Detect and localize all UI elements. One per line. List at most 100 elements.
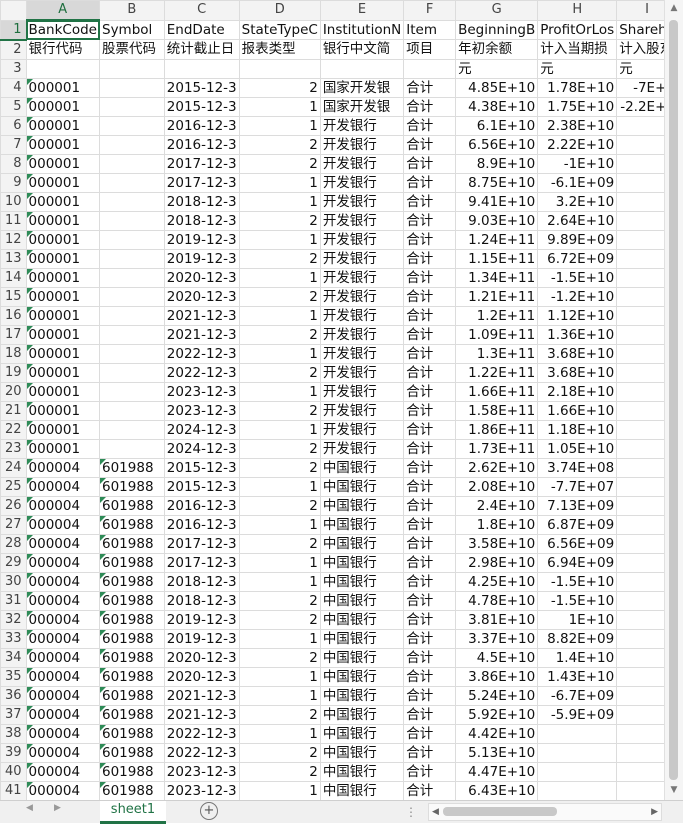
cell[interactable]: 2017-12-3: [163, 172, 240, 193]
cell[interactable]: 000004: [25, 590, 101, 611]
cell[interactable]: 中国银行: [319, 723, 405, 744]
cell[interactable]: 9.89E+09: [537, 229, 618, 250]
cell[interactable]: 4.5E+10: [455, 647, 539, 668]
horizontal-scrollbar[interactable]: ◀ ▶: [428, 803, 662, 821]
row-header[interactable]: 37: [0, 704, 27, 725]
cell[interactable]: 2022-12-3: [163, 723, 240, 744]
cell[interactable]: 开发银行: [319, 248, 405, 269]
cell[interactable]: 2: [238, 400, 321, 421]
column-header-a[interactable]: A: [25, 0, 101, 21]
cell[interactable]: 中国银行: [319, 533, 405, 554]
cell[interactable]: 000004: [25, 533, 101, 554]
cell[interactable]: 2.98E+10: [455, 552, 539, 573]
cell[interactable]: 000001: [25, 96, 101, 117]
row-header[interactable]: 38: [0, 723, 27, 744]
cell[interactable]: 3.68E+10: [537, 343, 618, 364]
cell[interactable]: 6.43E+10: [455, 780, 539, 800]
cell[interactable]: 2017-12-3: [163, 153, 240, 174]
cell[interactable]: 合计: [403, 476, 457, 497]
cell[interactable]: 1.78E+10: [537, 77, 618, 98]
cell[interactable]: 银行代码: [25, 39, 101, 60]
cell[interactable]: [403, 58, 457, 79]
cell[interactable]: 4.85E+10: [455, 77, 539, 98]
cell[interactable]: 2020-12-3: [163, 267, 240, 288]
cell[interactable]: 000001: [25, 248, 101, 269]
cell[interactable]: 中国银行: [319, 571, 405, 592]
cell[interactable]: 6.94E+09: [537, 552, 618, 573]
cell[interactable]: 合计: [403, 286, 457, 307]
cell[interactable]: 年初余额: [455, 39, 539, 60]
cell[interactable]: 1: [238, 419, 321, 440]
cell[interactable]: [99, 248, 165, 269]
cell[interactable]: 2.18E+10: [537, 381, 618, 402]
cell[interactable]: 601988: [99, 514, 165, 535]
cell[interactable]: 000001: [25, 172, 101, 193]
cell[interactable]: 000004: [25, 628, 101, 649]
cell[interactable]: 7.13E+09: [537, 495, 618, 516]
cell[interactable]: 2.4E+10: [455, 495, 539, 516]
cell[interactable]: 开发银行: [319, 134, 405, 155]
cell[interactable]: 1: [238, 96, 321, 117]
cell[interactable]: 2015-12-3: [163, 457, 240, 478]
row-header[interactable]: 2: [0, 39, 27, 60]
cell[interactable]: 2: [238, 761, 321, 782]
scroll-left-icon[interactable]: ◀: [432, 804, 439, 820]
cell[interactable]: [319, 58, 405, 79]
cell[interactable]: 2020-12-3: [163, 666, 240, 687]
cell[interactable]: 合计: [403, 666, 457, 687]
cell[interactable]: 8.75E+10: [455, 172, 539, 193]
cell[interactable]: [99, 362, 165, 383]
column-header-g[interactable]: G: [455, 0, 539, 21]
cell[interactable]: 4.78E+10: [455, 590, 539, 611]
cell[interactable]: 601988: [99, 780, 165, 800]
row-header[interactable]: 36: [0, 685, 27, 706]
row-header[interactable]: 24: [0, 457, 27, 478]
cell[interactable]: 2.08E+10: [455, 476, 539, 497]
cell[interactable]: 2023-12-3: [163, 761, 240, 782]
cell[interactable]: [99, 58, 165, 79]
cell[interactable]: 1.66E+10: [537, 400, 618, 421]
row-header[interactable]: 12: [0, 229, 27, 250]
cell[interactable]: 9.41E+10: [455, 191, 539, 212]
cell[interactable]: 合计: [403, 685, 457, 706]
cell[interactable]: 合计: [403, 723, 457, 744]
cell[interactable]: -1E+10: [537, 153, 618, 174]
cell[interactable]: 000001: [25, 419, 101, 440]
cell[interactable]: -6.7E+09: [537, 685, 618, 706]
cell[interactable]: 合计: [403, 267, 457, 288]
row-header[interactable]: 10: [0, 191, 27, 212]
vertical-scroll-thumb[interactable]: [669, 20, 678, 780]
row-header[interactable]: 28: [0, 533, 27, 554]
cell[interactable]: 合计: [403, 780, 457, 800]
cell[interactable]: 601988: [99, 533, 165, 554]
cell[interactable]: 2: [238, 495, 321, 516]
cell[interactable]: 2015-12-3: [163, 96, 240, 117]
cell[interactable]: [99, 419, 165, 440]
cell[interactable]: 合计: [403, 115, 457, 136]
cell[interactable]: 2019-12-3: [163, 628, 240, 649]
cell[interactable]: 000004: [25, 723, 101, 744]
cell[interactable]: 601988: [99, 666, 165, 687]
cell[interactable]: 合计: [403, 761, 457, 782]
cell[interactable]: 2016-12-3: [163, 134, 240, 155]
column-header-e[interactable]: E: [319, 0, 405, 21]
cell[interactable]: 1: [238, 666, 321, 687]
cell[interactable]: 2: [238, 609, 321, 630]
cell[interactable]: 1: [238, 476, 321, 497]
cell[interactable]: 1.12E+10: [537, 305, 618, 326]
cell[interactable]: Item: [403, 19, 457, 40]
cell[interactable]: 合计: [403, 571, 457, 592]
cell[interactable]: 1.3E+11: [455, 343, 539, 364]
cell[interactable]: 2: [238, 77, 321, 98]
cell[interactable]: 合计: [403, 96, 457, 117]
cell[interactable]: StateTypeC: [238, 19, 321, 40]
cell[interactable]: 开发银行: [319, 362, 405, 383]
cell[interactable]: 5.13E+10: [455, 742, 539, 763]
row-header[interactable]: 39: [0, 742, 27, 763]
cell[interactable]: 000004: [25, 495, 101, 516]
cell[interactable]: 2016-12-3: [163, 115, 240, 136]
cell[interactable]: -6.1E+09: [537, 172, 618, 193]
row-header[interactable]: 14: [0, 267, 27, 288]
cell[interactable]: 1: [238, 628, 321, 649]
cell[interactable]: 000001: [25, 343, 101, 364]
